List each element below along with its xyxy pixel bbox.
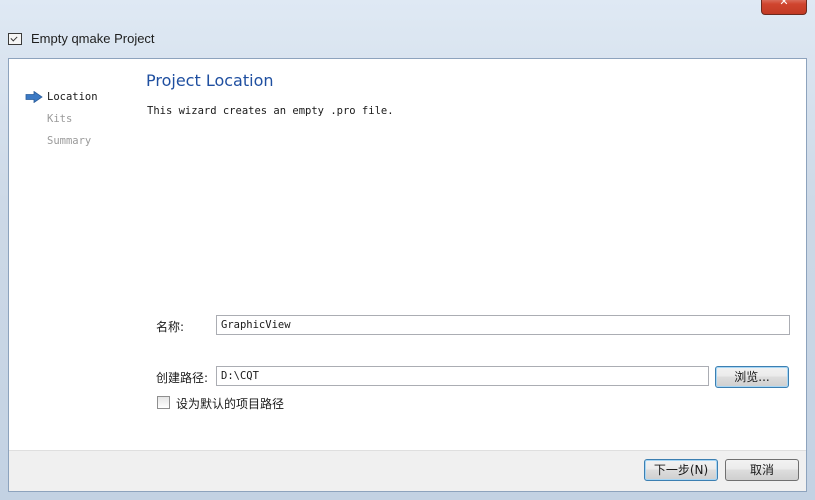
name-label: 名称:: [156, 320, 185, 334]
next-button[interactable]: 下一步(N): [644, 459, 718, 481]
step-label: Kits: [47, 113, 73, 125]
window-close-button[interactable]: ✕: [761, 0, 807, 15]
step-summary: Summary: [9, 131, 129, 153]
project-name-input[interactable]: [216, 315, 790, 335]
step-kits: Kits: [9, 109, 129, 131]
page-title: Project Location: [146, 71, 274, 90]
wizard-footer: 下一步(N) 取消: [9, 450, 806, 491]
title-bar: Empty qmake Project: [0, 26, 815, 54]
project-path-input[interactable]: [216, 366, 709, 386]
page-description: This wizard creates an empty .pro file.: [147, 105, 394, 117]
default-path-checkbox-label[interactable]: 设为默认的项目路径: [176, 395, 284, 412]
close-icon: ✕: [779, 0, 789, 8]
arrow-right-icon: [25, 91, 43, 103]
cancel-button[interactable]: 取消: [725, 459, 799, 481]
window-title: Empty qmake Project: [31, 31, 155, 46]
window-frame: ✕ Empty qmake Project Location Kits Summ…: [0, 0, 815, 500]
step-label: Summary: [47, 135, 92, 147]
wizard-window-icon: [8, 33, 22, 45]
wizard-steps: Location Kits Summary: [9, 87, 129, 153]
browse-button[interactable]: 浏览...: [715, 366, 789, 388]
wizard-client-area: Location Kits Summary Project Location T…: [8, 58, 807, 492]
step-location: Location: [9, 87, 129, 109]
path-label: 创建路径:: [156, 371, 209, 385]
step-label: Location: [47, 91, 98, 103]
default-path-checkbox[interactable]: [157, 396, 170, 409]
